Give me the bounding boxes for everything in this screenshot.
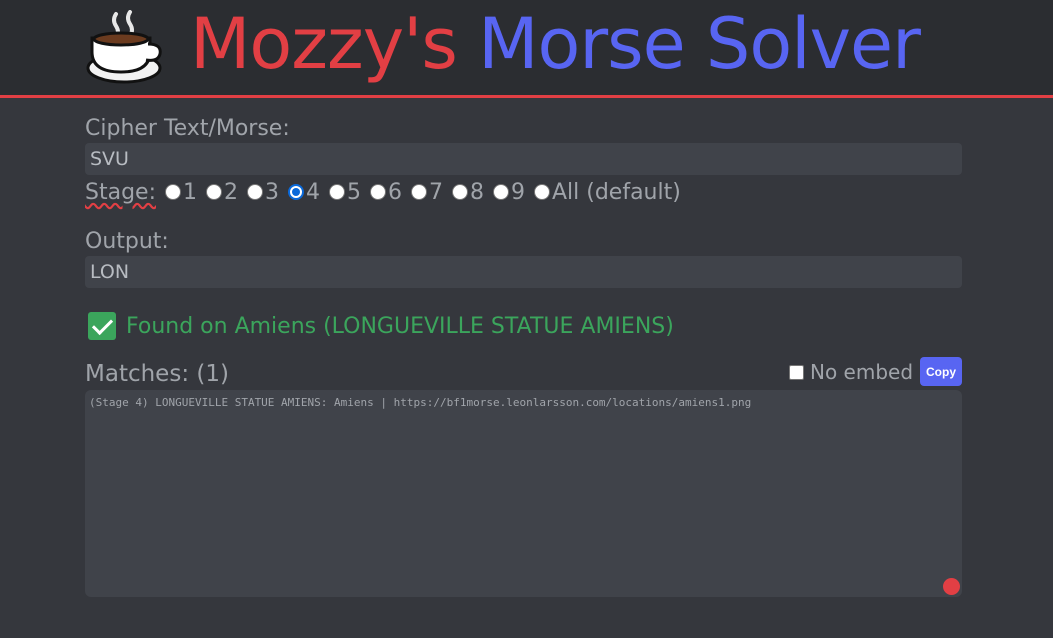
title-part-blue: Morse Solver	[478, 3, 921, 85]
check-mark-icon	[88, 312, 116, 340]
found-message: Found on Amiens (LONGUEVILLE STATUE AMIE…	[88, 310, 674, 342]
stage-option-label: 9	[510, 179, 525, 205]
copy-button[interactable]: Copy	[920, 357, 962, 386]
no-embed-toggle[interactable]: No embed	[789, 360, 913, 384]
no-embed-checkbox[interactable]	[789, 364, 804, 380]
coffee-cup-icon	[86, 10, 162, 84]
stage-option-label: 1	[182, 179, 197, 205]
radio-7[interactable]	[410, 184, 427, 200]
radio-6[interactable]	[369, 184, 386, 200]
stage-option-label: All (default)	[551, 179, 681, 205]
stage-option-label: 8	[469, 179, 484, 205]
output-label: Output:	[85, 229, 169, 254]
status-dot	[943, 578, 960, 595]
stage-selector: Stage: 1 2 3 4 5 6 7 8 9 All (default)	[85, 176, 690, 208]
no-embed-label: No embed	[810, 360, 914, 384]
stage-option-label: 5	[346, 179, 361, 205]
cipher-label: Cipher Text/Morse:	[85, 116, 290, 141]
stage-option-4[interactable]: 4	[287, 179, 320, 205]
radio-1[interactable]	[164, 184, 181, 200]
stage-option-5[interactable]: 5	[328, 179, 361, 205]
match-line: (Stage 4) LONGUEVILLE STATUE AMIENS: Ami…	[89, 396, 752, 409]
stage-option-3[interactable]: 3	[246, 179, 279, 205]
stage-option-label: 2	[223, 179, 238, 205]
output-field[interactable]: LON	[85, 256, 962, 288]
stage-option-label: 4	[305, 179, 320, 205]
matches-label: Matches: (1)	[85, 361, 229, 387]
radio-5[interactable]	[328, 184, 345, 200]
page-title: Mozzy's Morse Solver	[190, 0, 921, 93]
cipher-input[interactable]: SVU	[85, 143, 962, 175]
title-part-red: Mozzy's	[190, 3, 458, 85]
matches-textarea[interactable]: (Stage 4) LONGUEVILLE STATUE AMIENS: Ami…	[85, 390, 962, 597]
radio-all[interactable]	[533, 184, 550, 200]
stage-option-label: 6	[387, 179, 402, 205]
stage-option-8[interactable]: 8	[451, 179, 484, 205]
header: Mozzy's Morse Solver	[0, 0, 1053, 98]
radio-9[interactable]	[492, 184, 509, 200]
radio-8[interactable]	[451, 184, 468, 200]
stage-option-label: 7	[428, 179, 443, 205]
stage-label: Stage:	[85, 179, 156, 205]
found-text: Found on Amiens (LONGUEVILLE STATUE AMIE…	[126, 313, 674, 339]
stage-option-7[interactable]: 7	[410, 179, 443, 205]
radio-3[interactable]	[246, 184, 263, 200]
stage-option-all[interactable]: All (default)	[533, 179, 681, 205]
stage-option-label: 3	[264, 179, 279, 205]
radio-4[interactable]	[287, 184, 304, 200]
stage-option-2[interactable]: 2	[205, 179, 238, 205]
radio-2[interactable]	[205, 184, 222, 200]
stage-option-9[interactable]: 9	[492, 179, 525, 205]
stage-option-6[interactable]: 6	[369, 179, 402, 205]
stage-option-1[interactable]: 1	[164, 179, 197, 205]
